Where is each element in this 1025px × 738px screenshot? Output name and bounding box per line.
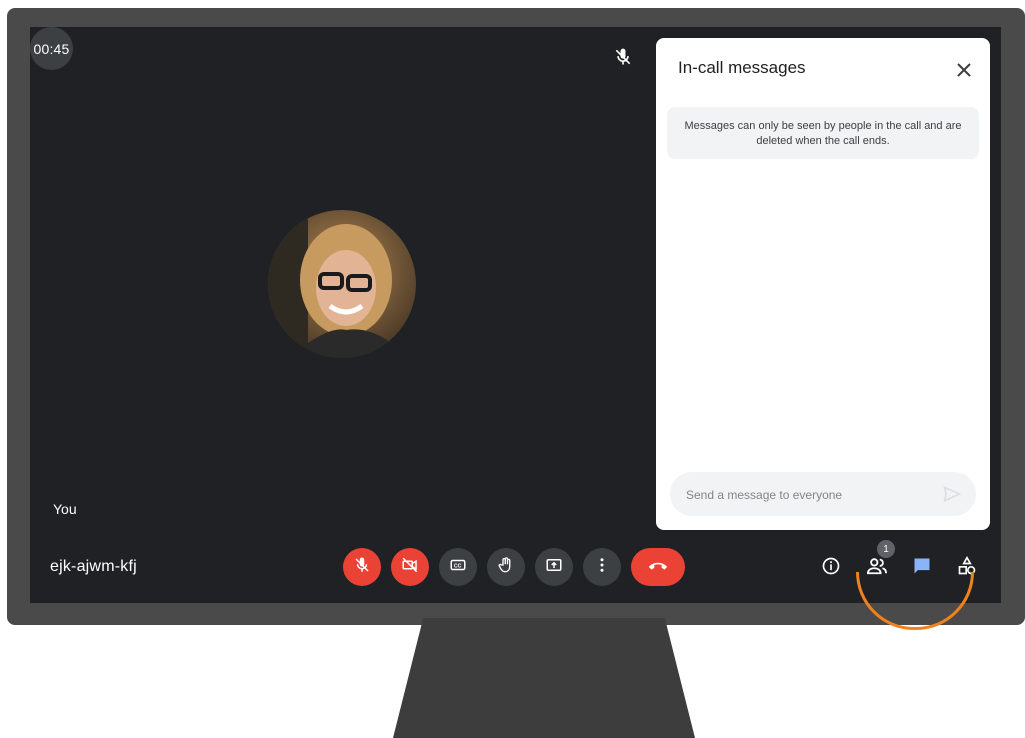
present-button[interactable]	[535, 548, 573, 586]
message-composer	[670, 472, 976, 516]
mic-off-icon	[353, 556, 371, 579]
more-options-button[interactable]	[583, 548, 621, 586]
call-timer: 00:45	[30, 27, 73, 70]
monitor-stand	[393, 618, 695, 738]
raise-hand-button[interactable]	[487, 548, 525, 586]
call-end-icon	[647, 558, 669, 577]
in-call-messages-panel: In-call messages Messages can only be se…	[656, 38, 990, 530]
hand-icon	[497, 556, 515, 579]
mic-off-icon	[613, 47, 633, 67]
send-icon	[942, 486, 962, 508]
info-icon	[821, 556, 841, 581]
panel-title: In-call messages	[678, 58, 806, 77]
end-call-button[interactable]	[631, 548, 685, 586]
message-input[interactable]	[684, 484, 938, 506]
self-tile-label: You	[53, 501, 77, 517]
more-vert-icon	[593, 556, 611, 579]
close-icon	[952, 63, 976, 86]
svg-text:CC: CC	[454, 563, 462, 569]
closed-caption-icon: CC	[449, 556, 467, 579]
captions-button[interactable]: CC	[439, 548, 477, 586]
present-screen-icon	[545, 556, 563, 579]
videocam-off-icon	[401, 556, 419, 579]
toggle-mic-button[interactable]	[343, 548, 381, 586]
meeting-code: ejk-ajwm-kfj	[50, 558, 137, 575]
participant-avatar	[268, 210, 416, 358]
chat-notice: Messages can only be seen by people in t…	[667, 107, 979, 159]
meeting-details-button[interactable]	[818, 555, 844, 581]
close-panel-button[interactable]	[952, 58, 976, 82]
send-button[interactable]	[942, 484, 962, 504]
toggle-camera-button[interactable]	[391, 548, 429, 586]
participant-count-badge: 1	[877, 540, 895, 558]
